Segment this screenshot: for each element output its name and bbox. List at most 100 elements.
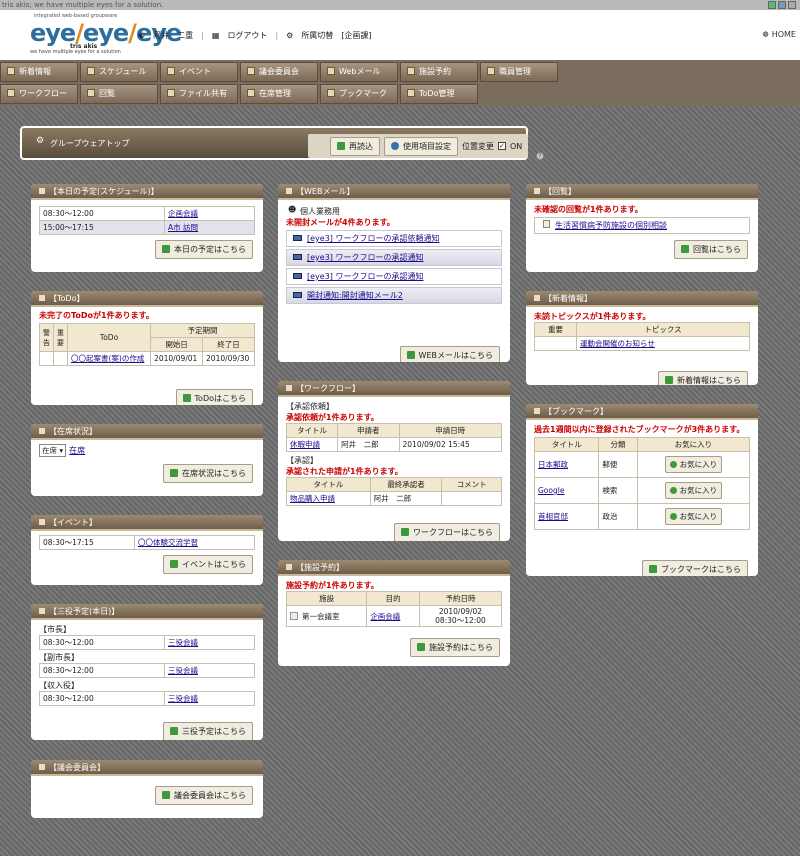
facility-link[interactable]: 企画会議 [370,612,400,621]
panel-header: 【ワークフロー】 [278,381,510,397]
panel-icon [39,519,45,525]
request-link[interactable]: 休暇申請 [290,440,320,449]
button-label: 本日の予定はこちら [174,245,246,254]
favorite-button[interactable]: お気に入り [664,456,723,473]
mail-item[interactable]: 開封通知:開封通知メール2 [286,287,502,304]
home-link[interactable]: ☸ HOME [762,30,796,39]
window-icon-2[interactable] [778,1,786,9]
menu-workflow[interactable]: ワークフロー [0,84,78,104]
button-label: 在席状況はこちら [182,469,246,478]
sanyaku-link[interactable]: 三役会議 [168,638,198,647]
document-icon [543,220,550,228]
council-more-button[interactable]: 議会委員会はこちら [155,786,253,805]
presence-link[interactable]: 在席 [69,446,85,455]
top-controls: 再読込 使用項目設定 位置変更 ✓ ON [308,134,528,158]
circular-link[interactable]: 生活習慣病予防施設の個別相談 [555,221,667,230]
button-label: 議会委員会はこちら [174,791,246,800]
news-more-button[interactable]: 新着情報はこちら [658,371,748,385]
bookmark-table: タイトル 分類 お気に入り 日本郵政 郵便 お気に入り Google 検索 お気に入り 首相… [533,437,751,530]
menu-label: ワークフロー [19,89,67,98]
table-row: 15:00～17:15 A市 訪問 [39,220,255,235]
menu-circular[interactable]: 回覧 [80,84,158,104]
sanyaku-panel: 【三役予定(本日)】 【市長】 08:30～12:00 三役会議 【副市長】 08… [31,604,263,740]
facility-more-button[interactable]: 施設予約はこちら [410,638,500,657]
col-period: 予定期間 [150,323,255,338]
bookmark-link[interactable]: 日本郵政 [538,460,568,469]
workflow-more-button[interactable]: ワークフローはこちら [394,523,500,541]
mail-subject[interactable]: [eye3] ワークフローの承認通知 [307,253,423,262]
mail-subject[interactable]: 開封通知:開封通知メール2 [307,291,403,300]
sanyaku-link[interactable]: 三役会議 [168,666,198,675]
button-label: ブックマークはこちら [661,565,741,574]
window-icon-3[interactable] [788,1,796,9]
window-icon-1[interactable] [768,1,776,9]
menu-presence[interactable]: 在席管理 [240,84,318,104]
bookmark-more-button[interactable]: ブックマークはこちら [642,560,748,576]
circular-message: 未確認の回覧が1件あります。 [534,205,643,214]
menu-webmail[interactable]: Webメール [320,62,398,82]
sanyaku-link[interactable]: 三役会議 [168,694,198,703]
circular-panel: 【回覧】 未確認の回覧が1件あります。 生活習慣病予防施設の個別相談 回覧はこち… [526,184,758,272]
webmail-more-button[interactable]: WEBメールはこちら [399,346,500,362]
arrow-icon [162,245,170,253]
todo-more-button[interactable]: ToDoはこちら [175,389,253,405]
menu-label: 回覧 [99,89,115,98]
todo-link[interactable]: 〇〇起案書(案)の作成 [71,354,144,363]
favorite-button[interactable]: お気に入り [664,508,723,525]
menu-schedule[interactable]: スケジュール [80,62,158,82]
logo: integrated web-based groupware eye/eye/e… [30,13,182,57]
col-warn: 警告 [39,323,54,352]
news-icon [7,67,15,75]
schedule-time: 15:00～17:15 [39,220,165,235]
applicant: 阿井 二郎 [337,437,400,452]
event-panel: 【イベント】 08:30～17:15 〇〇体験交流学習 イベントはこちら [31,515,263,585]
menu-facility[interactable]: 施設予約 [400,62,478,82]
menu-news[interactable]: 新着情報 [0,62,78,82]
news-link[interactable]: 運動会開催のお知らせ [580,339,655,348]
bookmark-icon [327,89,335,97]
menu-bookmark[interactable]: ブックマーク [320,84,398,104]
menu-fileshare[interactable]: ファイル共有 [160,84,238,104]
menu-staff[interactable]: 職員管理 [480,62,558,82]
menu-council[interactable]: 議会委員会 [240,62,318,82]
menu-todo[interactable]: ToDo管理 [400,84,478,104]
news-panel: 【新着情報】 未読トピックスが1件あります。 重要 トピックス 運動会開催のお知ら… [526,291,758,385]
bookmark-link[interactable]: Google [538,486,564,495]
bookmark-category: 郵便 [598,451,638,478]
circular-more-button[interactable]: 回覧はこちら [674,240,748,259]
sanyaku-time: 08:30～12:00 [39,663,165,678]
settings-button[interactable]: 使用項目設定 [384,136,458,156]
mail-subject[interactable]: [eye3] ワークフローの承認通知 [307,272,423,281]
logout-link[interactable]: ログアウト [227,30,267,41]
approver: 阿井 二郎 [369,491,443,506]
table-row: 運動会開催のお知らせ [534,336,750,351]
event-table: 08:30～17:15 〇〇体験交流学習 [39,535,255,550]
help-icon[interactable]: ? [536,152,544,160]
position-checkbox[interactable]: ✓ [498,142,506,150]
room-icon [290,611,298,620]
bookmark-link[interactable]: 首相官邸 [538,512,568,521]
mail-item[interactable]: [eye3] ワークフローの承認通知 [286,249,502,266]
approval-link[interactable]: 物品購入申請 [290,494,335,503]
switch-link[interactable]: 所属切替 [301,30,333,41]
webmail-message: 未開封メールが4件あります。 [286,218,395,227]
presence-more-button[interactable]: 在席状況はこちら [163,464,253,483]
panel-icon [39,188,45,194]
mail-subject[interactable]: [eye3] ワークフローの承認依頼通知 [307,234,439,243]
schedule-more-button[interactable]: 本日の予定はこちら [155,240,253,259]
presence-select[interactable]: 在席 ▾ [39,444,67,457]
favorite-button[interactable]: お気に入り [664,482,723,499]
schedule-link[interactable]: 企画会議 [168,209,198,218]
event-more-button[interactable]: イベントはこちら [163,555,253,574]
arrow-icon [162,791,170,799]
schedule-link[interactable]: A市 訪問 [168,223,198,232]
table-row: 休暇申請 阿井 二郎 2010/09/02 15:45 [285,437,502,452]
event-link[interactable]: 〇〇体験交流学習 [138,538,198,547]
todo-start: 2010/09/01 [150,351,204,366]
menu-event[interactable]: イベント [160,62,238,82]
mail-item[interactable]: [eye3] ワークフローの承認通知 [286,268,502,285]
mail-item[interactable]: [eye3] ワークフローの承認依頼通知 [286,230,502,247]
table-row: 08:30～12:00 三役会議 [39,663,255,678]
sanyaku-more-button[interactable]: 三役予定はこちら [163,722,253,740]
reload-button[interactable]: 再読込 [330,136,380,156]
